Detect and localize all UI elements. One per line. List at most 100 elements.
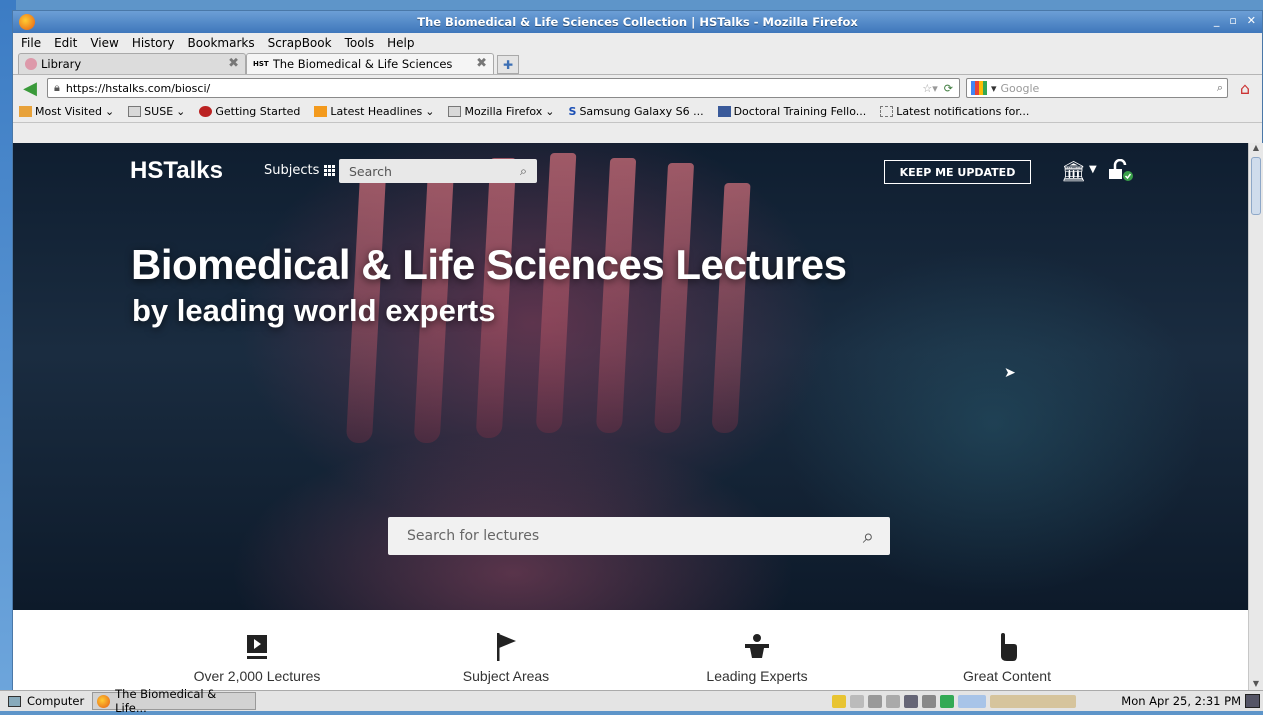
grid-icon <box>324 165 336 176</box>
lock-padlock-icon: 🔒︎ <box>54 81 60 94</box>
video-icon <box>157 630 357 664</box>
network-icon[interactable] <box>904 694 918 708</box>
window-controls: _ ▫ ✕ <box>1214 14 1256 27</box>
search-icon[interactable]: ⌕ <box>520 163 527 179</box>
pointer-hand-icon <box>907 630 1107 664</box>
vertical-scrollbar[interactable]: ▲ ▼ <box>1248 143 1263 691</box>
menu-view[interactable]: View <box>90 36 118 50</box>
home-icon[interactable]: ⌂ <box>1234 78 1256 98</box>
bookmark-doctoral-training[interactable]: Doctoral Training Fello... <box>717 105 866 118</box>
bookmark-latest-headlines[interactable]: Latest Headlines ⌄ <box>314 105 434 118</box>
hero-banner: HSTalks Subjects Search ⌕ KEEP ME UPDATE… <box>13 143 1248 610</box>
menu-history[interactable]: History <box>132 36 175 50</box>
firefox-window: The Biomedical & Life Sciences Collectio… <box>12 10 1263 691</box>
most-visited-icon <box>19 106 32 117</box>
clock[interactable]: Mon Apr 25, 2:31 PM <box>1121 694 1241 708</box>
workspace-switcher[interactable] <box>990 694 1076 708</box>
institution-icon[interactable]: 🏛︎ <box>1061 159 1086 183</box>
maximize-button[interactable]: ▫ <box>1229 14 1236 27</box>
package-icon[interactable] <box>886 694 900 708</box>
firefox-icon <box>97 694 111 708</box>
close-tab-icon[interactable]: ✖ <box>228 56 239 71</box>
volume-icon[interactable] <box>922 694 936 708</box>
pipette-tip-image <box>653 163 695 433</box>
pipette-tip-image <box>535 153 577 433</box>
page-icon <box>717 106 731 117</box>
url-bar[interactable]: 🔒︎ https://hstalks.com/biosci/ ☆▾ ⟳ <box>47 78 960 98</box>
menu-file[interactable]: File <box>21 36 41 50</box>
feature-lectures[interactable]: Over 2,000 Lectures <box>157 630 357 684</box>
reload-icon[interactable]: ⟳ <box>944 82 953 95</box>
bookmark-getting-started[interactable]: Getting Started <box>199 105 300 118</box>
feature-label: Leading Experts <box>706 668 808 684</box>
header-search-placeholder: Search <box>349 163 392 179</box>
search-engine-dropdown-icon[interactable]: ▾ <box>991 82 997 95</box>
minimize-button[interactable]: _ <box>1214 14 1220 27</box>
blank-page-icon <box>880 106 894 117</box>
computer-icon <box>8 695 21 707</box>
chevron-down-icon[interactable]: ▼ <box>1089 164 1097 175</box>
tab-label: The Biomedical & Life Sciences ... <box>272 57 453 71</box>
unlock-icon[interactable] <box>1107 159 1135 183</box>
google-icon[interactable] <box>971 81 987 95</box>
keep-me-updated-button[interactable]: KEEP ME UPDATED <box>884 160 1031 184</box>
feature-label: Great Content <box>963 668 1051 684</box>
new-tab-button[interactable]: ✚ <box>497 55 519 74</box>
subjects-label: Subjects <box>264 163 320 178</box>
folder-icon[interactable] <box>850 694 864 708</box>
firefox-icon[interactable] <box>19 14 35 30</box>
subjects-menu[interactable]: Subjects <box>264 163 336 178</box>
lecturer-icon <box>657 630 857 664</box>
lecture-search-input[interactable]: Search for lectures ⌕ <box>388 517 890 555</box>
menu-bookmarks[interactable]: Bookmarks <box>188 36 255 50</box>
monitor-icon[interactable] <box>940 694 954 708</box>
hero-subtitle: by leading world experts <box>132 293 496 328</box>
pipette-tip-image <box>711 183 751 433</box>
menu-scrapbook[interactable]: ScrapBook <box>268 36 332 50</box>
bookmark-star-icon[interactable]: ☆▾ <box>922 82 937 95</box>
hstalks-logo[interactable]: HSTalks <box>130 157 223 185</box>
bookmark-samsung[interactable]: S Samsung Galaxy S6 ... <box>569 105 704 118</box>
search-icon[interactable]: ⌕ <box>863 524 874 548</box>
feature-great-content[interactable]: Great Content <box>907 630 1107 684</box>
bookmark-mozilla-firefox[interactable]: Mozilla Firefox ⌄ <box>448 105 555 118</box>
feature-leading-experts[interactable]: Leading Experts <box>657 630 857 684</box>
system-taskbar: Computer The Biomedical & Life... Mon Ap… <box>0 687 1263 715</box>
close-tab-icon[interactable]: ✖ <box>476 56 487 71</box>
web-search-box[interactable]: ▾ Google ⌕ <box>966 78 1228 98</box>
tab-hstalks[interactable]: HST The Biomedical & Life Sciences ... ✖ <box>246 53 494 74</box>
feature-subject-areas[interactable]: Subject Areas <box>406 630 606 684</box>
scrollbar-thumb[interactable] <box>1251 157 1261 215</box>
pipette-tip-image <box>595 158 637 433</box>
library-icon <box>25 58 37 70</box>
flag-icon <box>406 630 606 664</box>
bookmark-most-visited[interactable]: Most Visited ⌄ <box>19 105 114 118</box>
taskbar-firefox-task[interactable]: The Biomedical & Life... <box>92 687 257 715</box>
back-arrow-icon[interactable]: ◀ <box>19 78 41 99</box>
close-window-button[interactable]: ✕ <box>1247 14 1256 27</box>
tab-label: Library <box>41 57 82 71</box>
search-go-icon[interactable]: ⌕ <box>1217 81 1223 95</box>
computer-label: Computer <box>27 694 85 708</box>
bookmarks-toolbar: Most Visited ⌄ SUSE ⌄ Getting Started Late… <box>13 101 1262 123</box>
header-search-input[interactable]: Search ⌕ <box>339 159 537 183</box>
folder-icon <box>128 106 142 117</box>
features-strip: Over 2,000 Lectures Subject Areas Leadin… <box>13 610 1248 691</box>
bookmark-suse[interactable]: SUSE ⌄ <box>128 105 185 118</box>
suse-chameleon-icon <box>199 106 213 117</box>
tab-library[interactable]: Library ✖ <box>18 53 246 74</box>
menu-tools[interactable]: Tools <box>345 36 375 50</box>
computer-menu-button[interactable]: Computer <box>0 694 92 708</box>
folder-icon <box>448 106 462 117</box>
notes-icon[interactable] <box>832 694 846 708</box>
search-placeholder: Google <box>1000 81 1040 95</box>
menu-edit[interactable]: Edit <box>54 36 77 50</box>
bookmark-latest-notifications[interactable]: Latest notifications for... <box>880 105 1029 118</box>
menu-help[interactable]: Help <box>387 36 414 50</box>
printer-icon[interactable] <box>868 694 882 708</box>
scroll-up-arrow-icon[interactable]: ▲ <box>1249 143 1263 155</box>
workspace-1[interactable] <box>958 694 986 708</box>
window-titlebar[interactable]: The Biomedical & Life Sciences Collectio… <box>13 11 1262 33</box>
system-tray <box>832 694 1076 708</box>
show-desktop-icon[interactable] <box>1245 694 1260 708</box>
